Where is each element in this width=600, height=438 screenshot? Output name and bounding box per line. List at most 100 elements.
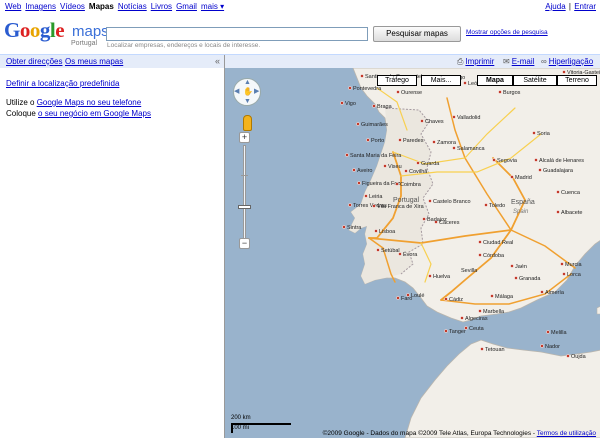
search-options-link[interactable]: Mostrar opções de pesquisa xyxy=(466,29,548,36)
city-label: Córdoba xyxy=(483,253,505,259)
city-label: Huelva xyxy=(433,274,451,280)
default-location-link[interactable]: Definir a localização predefinida xyxy=(6,79,119,88)
city-label: Spain xyxy=(513,209,529,215)
city-label: Melilla xyxy=(551,330,568,336)
zoom-out-button[interactable]: − xyxy=(239,238,250,249)
city-label: Lisboa xyxy=(379,229,396,235)
city-dot xyxy=(492,158,496,162)
top-nav-link[interactable]: Gmail xyxy=(176,2,197,11)
top-nav-link[interactable]: Notícias xyxy=(118,2,147,11)
map-type-map-button[interactable]: Mapa xyxy=(477,75,513,86)
top-nav-account: Ajuda | Entrar xyxy=(545,2,596,11)
pan-right-icon[interactable]: ▶ xyxy=(254,88,259,95)
map-area[interactable]: ⎙ Imprimir ✉ E-mail ∞ Hiperligação Santi… xyxy=(224,55,600,438)
hand-icon: ✋ xyxy=(243,87,253,96)
business-link[interactable]: o seu negócio em Google Maps xyxy=(38,109,151,118)
city-dot xyxy=(340,101,344,105)
city-marker: Portugal xyxy=(393,197,420,204)
top-nav-link[interactable]: mais ▾ xyxy=(201,2,224,11)
map-canvas[interactable]: Santiago de CompostelaLugoPontevedraOure… xyxy=(225,68,600,438)
top-nav-link[interactable]: Web xyxy=(5,2,21,11)
more-button[interactable]: Mais... xyxy=(421,75,461,86)
pan-up-icon[interactable]: ▲ xyxy=(244,79,251,86)
pan-left-icon[interactable]: ◀ xyxy=(234,88,239,95)
city-label: Ourense xyxy=(401,90,422,96)
city-label: Granada xyxy=(519,276,541,282)
city-label: Algeciras xyxy=(465,316,488,322)
zoom-slider[interactable] xyxy=(243,145,246,241)
signin-link[interactable]: Entrar xyxy=(574,2,596,11)
terms-link[interactable]: Termos de utilização xyxy=(537,430,596,437)
tab-my-maps[interactable]: Os meus mapas xyxy=(65,57,123,66)
promo-phone-text: Utilize o xyxy=(6,98,37,107)
email-control[interactable]: ✉ E-mail xyxy=(503,57,534,66)
city-marker: Spain xyxy=(513,209,529,215)
scale-mi: 100 mi xyxy=(231,425,250,431)
city-label: Málaga xyxy=(495,294,514,300)
city-dot xyxy=(432,140,436,144)
city-marker: Badajoz xyxy=(422,217,447,223)
header: Google maps Portugal Localizar empresas,… xyxy=(0,14,600,54)
zoom-in-button[interactable]: + xyxy=(239,132,250,143)
pegman-icon[interactable] xyxy=(243,115,252,131)
city-dot xyxy=(376,248,380,252)
city-label: Madrid xyxy=(515,175,532,181)
city-marker: Almería xyxy=(540,290,565,296)
city-label: Porto xyxy=(371,138,384,144)
search-hint: Localizar empresas, endereços e locais d… xyxy=(107,42,261,49)
city-marker: España xyxy=(511,199,535,206)
top-nav-link[interactable]: Imagens xyxy=(25,2,56,11)
left-panel-tabs: Obter direcções Os meus mapas « xyxy=(0,55,224,68)
city-label: Ciudad Real xyxy=(483,240,513,246)
maps-phone-link[interactable]: Google Maps no seu telefone xyxy=(37,98,142,107)
search-input[interactable] xyxy=(106,27,368,41)
email-link[interactable]: E-mail xyxy=(512,57,535,66)
traffic-button[interactable]: Tráfego xyxy=(377,75,417,86)
search-maps-button[interactable]: Pesquisar mapas xyxy=(373,26,461,42)
collapse-panel-button[interactable]: « xyxy=(215,56,220,66)
city-dot xyxy=(352,168,356,172)
city-dot xyxy=(490,294,494,298)
city-dot xyxy=(422,217,426,221)
city-label: Aveiro xyxy=(357,168,373,174)
city-dot xyxy=(514,276,518,280)
city-label: Santa Maria da Feira xyxy=(350,153,402,159)
city-dot xyxy=(540,290,544,294)
city-label: Figueira da Foz xyxy=(362,181,400,187)
city-label: Tetouan xyxy=(485,347,505,353)
city-dot xyxy=(510,264,514,268)
print-control[interactable]: ⎙ Imprimir xyxy=(457,57,494,67)
top-nav-link[interactable]: Vídeos xyxy=(60,2,85,11)
city-dot xyxy=(546,330,550,334)
google-logo[interactable]: Google xyxy=(4,20,65,41)
help-link[interactable]: Ajuda xyxy=(545,2,565,11)
city-dot xyxy=(366,138,370,142)
separator: | xyxy=(568,2,571,11)
city-label: Marbella xyxy=(483,309,505,315)
pan-control[interactable]: ▲ ▼ ◀ ▶ ✋ xyxy=(233,78,261,106)
zoom-slider-thumb[interactable] xyxy=(238,205,251,209)
city-dot xyxy=(348,203,352,207)
city-marker: Cuenca xyxy=(556,190,581,196)
city-dot xyxy=(372,104,376,108)
city-label: Zamora xyxy=(437,140,457,146)
pan-down-icon[interactable]: ▼ xyxy=(244,98,251,105)
tab-directions[interactable]: Obter direcções xyxy=(6,57,62,66)
city-label: Guadalajara xyxy=(543,168,574,174)
link-control[interactable]: ∞ Hiperligação xyxy=(541,57,593,66)
top-nav-link[interactable]: Livros xyxy=(151,2,172,11)
city-label: Valladolid xyxy=(457,115,480,121)
city-dot xyxy=(416,161,420,165)
city-marker: Albacete xyxy=(556,210,582,216)
map-type-terrain-button[interactable]: Terreno xyxy=(557,75,597,86)
city-dot xyxy=(556,210,560,214)
print-link[interactable]: Imprimir xyxy=(465,57,494,66)
city-label: Murcia xyxy=(565,262,582,268)
city-dot xyxy=(478,309,482,313)
map-type-satellite-button[interactable]: Satélite xyxy=(513,75,557,86)
printer-icon: ⎙ xyxy=(457,57,464,66)
city-marker: Marbella xyxy=(478,309,505,315)
city-label: Leiria xyxy=(369,194,383,200)
city-label: Badajoz xyxy=(427,217,447,223)
hyperlink-link[interactable]: Hiperligação xyxy=(549,57,593,66)
